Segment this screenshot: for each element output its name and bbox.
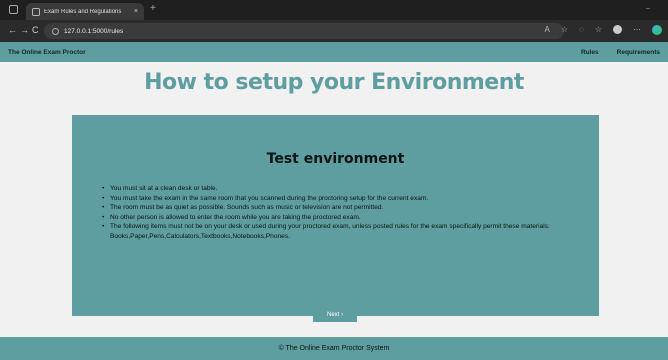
next-button[interactable]: Next ›	[313, 307, 357, 322]
address-toolbar: ← → C 127.0.0.1:5000/rules A ☆ ◌ ☆ ⋯	[0, 20, 668, 42]
footer-text: © The Online Exam Proctor System	[278, 345, 390, 352]
close-tab-icon[interactable]: ×	[134, 8, 138, 15]
nav-links: Rules Requirements	[581, 49, 660, 56]
minimize-button[interactable]: −	[645, 4, 650, 13]
new-tab-button[interactable]: +	[150, 3, 156, 14]
url-text[interactable]: 127.0.0.1:5000/rules	[64, 28, 123, 35]
edge-copilot-icon[interactable]	[652, 25, 662, 35]
rule-item: You must take the exam in the same room …	[102, 194, 582, 204]
web-page: The Online Exam Proctor Rules Requiremen…	[0, 42, 668, 360]
tab-title: Exam Rules and Regulations	[44, 8, 122, 15]
more-menu-icon[interactable]: ⋯	[633, 25, 641, 35]
profile-avatar[interactable]	[613, 25, 622, 34]
favorite-star-icon[interactable]: ☆	[561, 25, 568, 35]
favorites-icon[interactable]: ☆	[595, 25, 602, 35]
test-environment-panel: Test environment You must sit at a clean…	[72, 115, 599, 316]
nav-link-rules[interactable]: Rules	[581, 49, 599, 56]
favicon-icon	[32, 7, 40, 16]
site-footer: © The Online Exam Proctor System	[0, 337, 668, 360]
page-title: How to setup your Environment	[144, 70, 524, 95]
back-button[interactable]: ←	[8, 25, 17, 35]
browser-tab-bar: Exam Rules and Regulations × + −	[0, 0, 668, 20]
panel-title: Test environment	[266, 151, 405, 167]
site-info-icon[interactable]	[52, 27, 59, 35]
forward-button[interactable]: →	[20, 25, 29, 35]
read-aloud-icon[interactable]: A	[545, 25, 550, 35]
browser-tab[interactable]: Exam Rules and Regulations ×	[26, 3, 144, 20]
site-brand[interactable]: The Online Exam Proctor	[8, 49, 581, 56]
rule-item: No other person is allowed to enter the …	[102, 213, 582, 223]
rule-item: The following items must not be on your …	[102, 222, 582, 241]
extensions-icon[interactable]: ◌	[579, 25, 584, 35]
site-navbar: The Online Exam Proctor Rules Requiremen…	[0, 42, 668, 62]
rule-item: You must sit at a clean desk or table.	[102, 184, 582, 194]
rule-item: The room must be as quiet as possible. S…	[102, 203, 582, 213]
toolbar-icons: A ☆ ◌ ☆ ⋯	[545, 25, 662, 35]
nav-link-requirements[interactable]: Requirements	[617, 49, 660, 56]
reload-button[interactable]: C	[32, 25, 39, 35]
rules-list: You must sit at a clean desk or table. Y…	[102, 184, 582, 242]
window-menu-icon[interactable]	[9, 5, 18, 14]
url-bar[interactable]: 127.0.0.1:5000/rules	[44, 23, 564, 39]
